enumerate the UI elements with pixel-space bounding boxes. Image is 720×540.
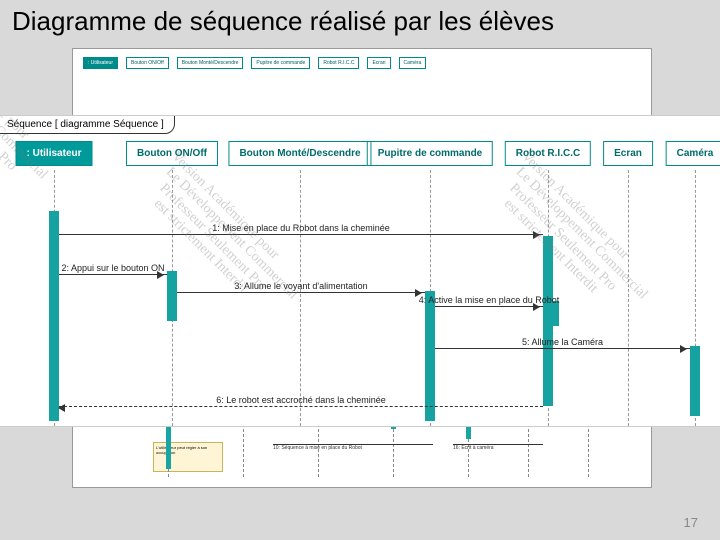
message-label: 1: Mise en place du Robot dans la chemin… xyxy=(212,223,390,233)
activation-bar xyxy=(167,271,177,321)
diagram-frame-label: Séquence [ diagramme Séquence ] xyxy=(0,116,175,134)
sequence-diagram-main: Séquence [ diagramme Séquence ] : Utilis… xyxy=(0,116,720,426)
bg-lifeline: Bouton Monté/Descendre xyxy=(177,57,244,69)
lifeline-ecran: Ecran xyxy=(603,141,653,166)
bg-lifeline: Ecran xyxy=(367,57,390,69)
message-2: 2: Appui sur le bouton ON xyxy=(59,274,167,275)
lifeline-camera: Caméra xyxy=(666,141,720,166)
lifeline-dash xyxy=(628,170,629,426)
bg-lifeline: Caméra xyxy=(399,57,427,69)
message-5: 5: Allume la Caméra xyxy=(435,348,690,349)
message-3: 3: Allume le voyant d'alimentation xyxy=(177,292,425,293)
lifeline-user: : Utilisateur xyxy=(15,141,92,166)
message-label: 6: Le robot est accroché dans la cheminé… xyxy=(216,395,386,405)
lifeline-updown: Bouton Monté/Descendre xyxy=(228,141,371,166)
message-6: 6: Le robot est accroché dans la cheminé… xyxy=(59,406,543,407)
lifeline-robot: Robot R.I.C.C xyxy=(505,141,591,166)
watermark: Version Académique pour Le Développement… xyxy=(136,149,311,324)
message-label: 2: Appui sur le bouton ON xyxy=(61,263,164,273)
bg-msg: 10: Séquence à mise en place du Robot xyxy=(273,444,433,451)
bg-note: L'utilisateur peut régler à son occupati… xyxy=(153,442,223,472)
message-1: 1: Mise en place du Robot dans la chemin… xyxy=(59,234,543,235)
lifeline-onoff: Bouton ON/Off xyxy=(126,141,218,166)
message-label: 3: Allume le voyant d'alimentation xyxy=(234,281,367,291)
message-label: 4: Active la mise en place du Robot xyxy=(419,295,560,305)
activation-bar xyxy=(690,346,700,416)
page-number: 17 xyxy=(684,515,698,530)
lifeline-pupitre: Pupitre de commande xyxy=(367,141,493,166)
message-4: 4: Active la mise en place du Robot xyxy=(435,306,543,307)
activation-bar xyxy=(425,291,435,421)
lifeline-dash xyxy=(300,170,301,426)
bg-lifeline: Bouton ON/Off xyxy=(126,57,169,69)
slide-title: Diagramme de séquence réalisé par les él… xyxy=(0,0,720,43)
bg-lifeline: Pupitre de commande xyxy=(251,57,310,69)
bg-lifeline: Robot R.I.C.C xyxy=(318,57,359,69)
activation-bar xyxy=(49,211,59,421)
bg-msg: 16: Écrit à caméra xyxy=(453,444,543,451)
bg-lifeline-user: : Utilisateur xyxy=(83,57,118,69)
message-label: 5: Allume la Caméra xyxy=(522,337,603,347)
